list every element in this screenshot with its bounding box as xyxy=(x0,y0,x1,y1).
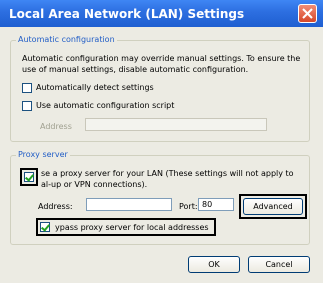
use-proxy-label-line2[interactable]: al-up or VPN connections). xyxy=(41,180,147,189)
proxy-address-label: Address: xyxy=(38,202,73,211)
use-proxy-label-line1[interactable]: se a proxy server for your LAN (These se… xyxy=(41,169,294,178)
automatic-description-line2: use of manual settings, disable automati… xyxy=(22,65,249,74)
port-label: Port: xyxy=(179,202,198,211)
port-input[interactable]: 80 xyxy=(198,198,234,211)
script-address-label: Address xyxy=(40,122,72,131)
advanced-highlight xyxy=(239,194,307,219)
automatic-description-line1: Automatic configuration may override man… xyxy=(22,54,301,63)
window-title: Local Area Network (LAN) Settings xyxy=(9,7,245,21)
close-button[interactable] xyxy=(298,4,317,23)
config-script-checkbox[interactable] xyxy=(22,101,32,111)
lan-settings-dialog: Local Area Network (LAN) Settings Automa… xyxy=(0,0,323,283)
cancel-button[interactable]: Cancel xyxy=(248,256,310,273)
ok-button[interactable]: OK xyxy=(188,256,240,273)
close-icon xyxy=(302,8,313,19)
auto-detect-checkbox[interactable] xyxy=(22,83,32,93)
proxy-server-legend: Proxy server xyxy=(16,150,70,159)
use-proxy-highlight xyxy=(20,168,38,186)
proxy-address-input[interactable] xyxy=(86,198,172,211)
script-address-input[interactable] xyxy=(85,118,267,131)
bypass-local-highlight xyxy=(36,218,216,236)
title-bar: Local Area Network (LAN) Settings xyxy=(0,0,323,27)
automatic-configuration-legend: Automatic configuration xyxy=(16,35,117,44)
config-script-label[interactable]: Use automatic configuration script xyxy=(36,101,174,110)
auto-detect-label[interactable]: Automatically detect settings xyxy=(36,83,154,92)
